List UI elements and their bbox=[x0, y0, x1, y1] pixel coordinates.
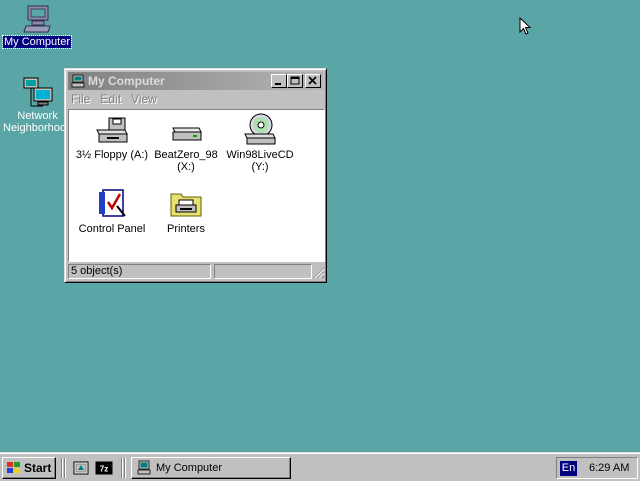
windows-logo-icon bbox=[7, 462, 20, 473]
language-indicator[interactable]: En bbox=[560, 460, 577, 476]
menu-bar: File Edit View bbox=[71, 92, 167, 106]
maximize-icon bbox=[290, 76, 300, 85]
quicklaunch-show-desktop[interactable] bbox=[72, 459, 90, 477]
my-computer-icon bbox=[137, 460, 151, 475]
taskbar-button-my-computer[interactable]: My Computer bbox=[131, 457, 291, 479]
item-control-panel[interactable]: Control Panel bbox=[75, 188, 149, 235]
menu-file[interactable]: File bbox=[71, 92, 90, 106]
hard-drive-icon bbox=[172, 127, 202, 141]
resize-grip-icon[interactable] bbox=[313, 267, 325, 279]
item-printers[interactable]: Printers bbox=[149, 188, 223, 235]
desktop-icon-label: My Computer bbox=[1, 35, 73, 49]
my-computer-icon bbox=[71, 74, 85, 88]
status-pane-empty bbox=[214, 264, 312, 279]
item-label: Printers bbox=[167, 223, 205, 235]
window-titlebar[interactable]: My Computer bbox=[68, 72, 323, 90]
item-label: BeatZero_98 bbox=[154, 149, 218, 161]
desktop-icon-label: Network Neighborhood bbox=[3, 110, 73, 134]
item-label-line2: (Y:) bbox=[251, 161, 269, 173]
item-floppy-drive[interactable]: 3½ Floppy (A:) bbox=[75, 116, 149, 161]
mouse-cursor-icon bbox=[519, 17, 532, 35]
taskbar-separator bbox=[64, 458, 66, 478]
printers-folder-icon bbox=[170, 193, 202, 217]
show-desktop-icon bbox=[73, 461, 89, 475]
item-beatzero-drive[interactable]: BeatZero_98 (X:) bbox=[149, 116, 223, 173]
quicklaunch-7zip[interactable]: 7z bbox=[95, 459, 113, 477]
clock[interactable]: 6:29 AM bbox=[589, 462, 629, 474]
svg-text:7z: 7z bbox=[100, 465, 108, 474]
control-panel-icon bbox=[99, 189, 126, 217]
menu-view[interactable]: View bbox=[131, 92, 157, 106]
status-object-count: 5 object(s) bbox=[68, 264, 211, 279]
taskbar: Start 7z My Computer En 6:29 AM bbox=[0, 452, 640, 481]
desktop-icon-my-computer[interactable]: My Computer bbox=[1, 2, 73, 49]
floppy-drive-icon bbox=[96, 117, 128, 143]
cd-drive-icon bbox=[244, 113, 276, 145]
close-icon bbox=[308, 76, 317, 85]
minimize-button[interactable] bbox=[271, 74, 287, 88]
taskbar-button-label: My Computer bbox=[156, 462, 223, 474]
start-label: Start bbox=[24, 461, 52, 475]
my-computer-icon bbox=[23, 5, 51, 33]
status-bar: 5 object(s) bbox=[68, 264, 325, 279]
close-button[interactable] bbox=[305, 74, 321, 88]
menu-edit[interactable]: Edit bbox=[100, 92, 121, 106]
taskbar-separator bbox=[121, 458, 123, 478]
taskbar-separator bbox=[124, 458, 126, 478]
7zip-icon: 7z bbox=[95, 461, 113, 475]
minimize-icon bbox=[275, 83, 281, 85]
my-computer-window[interactable]: My Computer File Edit View 3½ Floppy (A:… bbox=[64, 68, 327, 283]
taskbar-separator bbox=[61, 458, 63, 478]
system-tray: En 6:29 AM bbox=[556, 457, 638, 479]
item-label: 3½ Floppy (A:) bbox=[75, 149, 149, 161]
file-view[interactable]: 3½ Floppy (A:) BeatZero_98 (X:) Win98Liv… bbox=[68, 109, 325, 262]
maximize-button[interactable] bbox=[287, 74, 303, 88]
item-win98livecd-drive[interactable]: Win98LiveCD (Y:) bbox=[223, 112, 297, 173]
network-neighborhood-icon bbox=[23, 77, 53, 107]
desktop-icon-network-neighborhood[interactable]: Network Neighborhood bbox=[2, 76, 72, 134]
item-label: Control Panel bbox=[78, 223, 146, 235]
start-button[interactable]: Start bbox=[2, 457, 56, 479]
item-label-line2: (X:) bbox=[177, 161, 195, 173]
item-label: Win98LiveCD bbox=[226, 149, 294, 161]
window-title: My Computer bbox=[88, 74, 165, 88]
